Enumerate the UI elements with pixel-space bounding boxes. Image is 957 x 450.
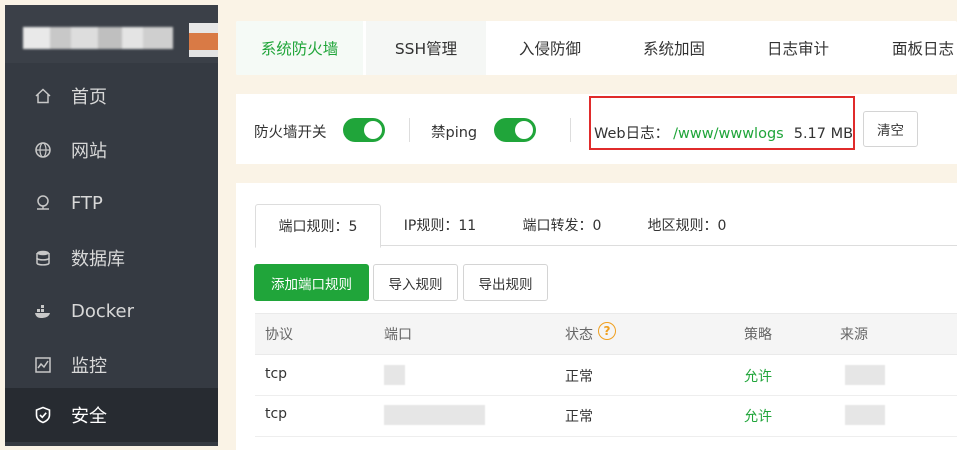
sidebar-item-label: Docker	[71, 300, 135, 322]
firewall-switch-label: 防火墙开关	[254, 125, 327, 141]
top-tabs-bar: 系统防火墙 SSH管理 入侵防御 系统加固 日志审计 面板日志	[236, 21, 957, 75]
policy-cell: 允许	[744, 409, 772, 425]
sidebar-item-home[interactable]: 首页	[5, 69, 218, 123]
row-divider	[255, 436, 957, 437]
sidebar-item-label: 安全	[71, 406, 107, 427]
status-cell: 正常	[565, 369, 593, 385]
column-header-protocol: 协议	[265, 327, 293, 343]
column-header-port: 端口	[384, 327, 412, 343]
weblog-path-link[interactable]: /www/wwwlogs	[673, 126, 784, 142]
tab-port-forwarding[interactable]: 端口转发：0	[503, 204, 621, 246]
tab-region-rules[interactable]: 地区规则：0	[628, 204, 746, 246]
column-header-source: 来源	[840, 327, 868, 343]
redacted-source	[845, 405, 885, 425]
tab-ip-rules[interactable]: IP规则：11	[384, 204, 496, 246]
status-cell: 正常	[565, 409, 593, 425]
divider	[409, 118, 410, 142]
tab-panel-log[interactable]: 面板日志	[862, 21, 957, 75]
row-divider	[255, 395, 957, 396]
column-header-policy: 策略	[744, 327, 772, 343]
sidebar-item-label: 首页	[71, 87, 107, 108]
tab-system-firewall[interactable]: 系统防火墙	[236, 21, 363, 75]
import-rules-button[interactable]: 导入规则	[373, 264, 458, 301]
sidebar-item-ftp[interactable]: FTP	[5, 176, 218, 230]
protocol-cell: tcp	[265, 366, 288, 382]
tab-system-hardening[interactable]: 系统加固	[614, 21, 734, 75]
policy-cell: 允许	[744, 369, 772, 385]
home-icon	[34, 87, 52, 105]
redacted-port	[384, 365, 405, 385]
logo-blurred	[23, 27, 173, 49]
help-icon[interactable]: ?	[598, 322, 616, 340]
logo-badge	[189, 23, 218, 57]
tab-ssh-management[interactable]: SSH管理	[366, 21, 486, 75]
firewall-toggle[interactable]	[343, 118, 385, 142]
docker-icon	[34, 302, 52, 320]
sidebar-item-label: FTP	[71, 192, 103, 214]
clear-log-button[interactable]: 清空	[863, 111, 918, 147]
tab-port-rules[interactable]: 端口规则：5	[255, 204, 381, 248]
globe-icon	[34, 141, 52, 159]
sidebar-item-label: 网站	[71, 141, 107, 162]
shield-icon	[34, 406, 52, 424]
weblog-info: Web日志：/www/wwwlogs 5.17 MB	[594, 122, 853, 143]
redacted-source	[845, 365, 885, 385]
add-port-rule-button[interactable]: 添加端口规则	[254, 264, 369, 301]
monitor-icon	[34, 356, 52, 374]
sidebar-item-docker[interactable]: Docker	[5, 284, 218, 338]
weblog-label: Web日志：	[594, 126, 670, 142]
ping-toggle[interactable]	[494, 118, 536, 142]
ftp-icon	[34, 194, 52, 212]
ping-switch-label: 禁ping	[431, 125, 478, 141]
protocol-cell: tcp	[265, 406, 288, 422]
divider	[570, 118, 571, 142]
logo-area	[5, 5, 218, 63]
database-icon	[34, 249, 52, 267]
export-rules-button[interactable]: 导出规则	[463, 264, 548, 301]
sidebar-item-monitor[interactable]: 监控	[5, 338, 218, 392]
sidebar-item-label: 数据库	[71, 249, 125, 270]
weblog-size: 5.17 MB	[793, 126, 854, 142]
tab-log-audit[interactable]: 日志审计	[738, 21, 858, 75]
column-header-status: 状态	[565, 327, 593, 343]
sidebar-item-database[interactable]: 数据库	[5, 231, 218, 285]
sidebar: 首页 网站 FTP 数据库 Docker 监控 安全	[5, 5, 218, 446]
sidebar-item-security[interactable]: 安全	[5, 388, 218, 442]
sidebar-item-label: 监控	[71, 356, 107, 377]
sidebar-item-website[interactable]: 网站	[5, 123, 218, 177]
tab-intrusion-prevention[interactable]: 入侵防御	[490, 21, 610, 75]
redacted-port	[384, 405, 485, 425]
